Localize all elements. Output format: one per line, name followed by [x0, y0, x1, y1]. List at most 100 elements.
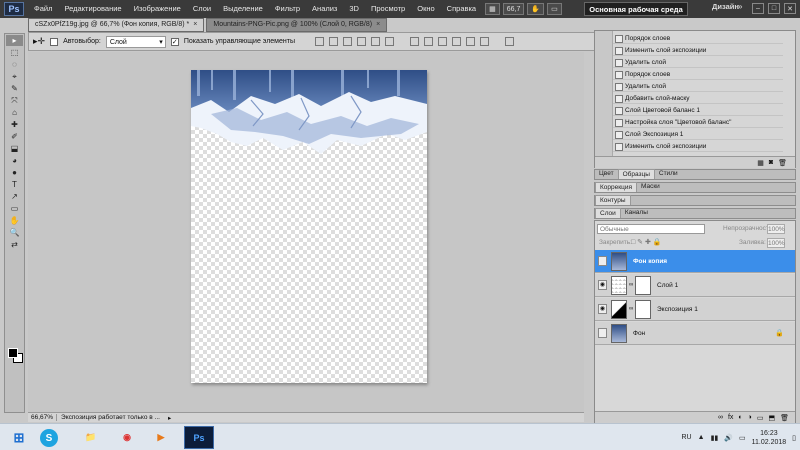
align-bottom-icon[interactable]: [343, 37, 352, 46]
healing-tool[interactable]: ⌂: [6, 107, 23, 118]
align-top-icon[interactable]: [315, 37, 324, 46]
layer-mask-thumbnail[interactable]: [635, 300, 651, 319]
start-button[interactable]: ⊞: [4, 426, 34, 449]
type-tool[interactable]: T: [6, 179, 23, 190]
distribute-left-icon[interactable]: [452, 37, 461, 46]
history-item[interactable]: Удалить слой: [613, 57, 783, 68]
menu-image[interactable]: Изображение: [128, 0, 187, 18]
menu-3d[interactable]: 3D: [343, 0, 365, 18]
history-item[interactable]: Добавить слой-маску: [613, 93, 783, 104]
workspace-more-button[interactable]: »: [738, 2, 742, 11]
zoom-readout[interactable]: 66,67%: [28, 414, 58, 421]
tray-arrow-icon[interactable]: ▲: [698, 434, 705, 441]
tab-layers[interactable]: Слои: [595, 208, 621, 218]
distribute-top-icon[interactable]: [410, 37, 419, 46]
history-item[interactable]: Изменить слой экспозиции: [613, 45, 783, 56]
eye-icon[interactable]: ◉: [598, 304, 607, 314]
minimize-button[interactable]: –: [752, 3, 764, 14]
adjustment-layer-icon[interactable]: ◑: [748, 414, 752, 421]
hand-tool-button[interactable]: ✋: [527, 3, 545, 15]
notifications-icon[interactable]: ▯: [792, 434, 796, 442]
tab-paths[interactable]: Контуры: [595, 195, 631, 205]
menu-select[interactable]: Выделение: [217, 0, 269, 18]
close-icon[interactable]: ×: [376, 18, 380, 32]
new-layer-icon[interactable]: ⬒: [768, 414, 775, 422]
link-layers-icon[interactable]: ∞: [718, 414, 723, 421]
network-icon[interactable]: ▮▮: [711, 434, 719, 442]
chrome-icon[interactable]: ◉: [112, 426, 142, 449]
workspace-design-button[interactable]: Дизайн: [712, 2, 739, 11]
explorer-icon[interactable]: 📁: [76, 426, 106, 449]
add-mask-icon[interactable]: ◐: [738, 414, 742, 421]
visibility-toggle[interactable]: [598, 328, 607, 338]
workspace-essentials-button[interactable]: Основная рабочая среда: [584, 2, 688, 16]
distribute-vcenter-icon[interactable]: [424, 37, 433, 46]
crop-tool[interactable]: ✎: [6, 83, 23, 94]
skype-icon[interactable]: S: [40, 429, 58, 447]
tab-masks[interactable]: Маски: [637, 182, 664, 192]
distribute-right-icon[interactable]: [480, 37, 489, 46]
lasso-tool[interactable]: ◌: [6, 59, 23, 70]
blend-mode-select[interactable]: Обычные: [597, 224, 705, 234]
distribute-bottom-icon[interactable]: [438, 37, 447, 46]
delete-icon[interactable]: 🗑: [778, 159, 787, 167]
show-controls-checkbox[interactable]: [170, 37, 179, 46]
clock[interactable]: 16:23 11.02.2018: [752, 429, 787, 447]
doc-tab-2[interactable]: Mountains-PNG-Pic.png @ 100% (Слой 0, RG…: [206, 18, 388, 32]
lock-icons[interactable]: □ ✎ ✚ 🔒: [631, 238, 662, 246]
layer-mask-thumbnail[interactable]: [635, 276, 651, 295]
gradient-tool[interactable]: ◕: [6, 155, 23, 166]
volume-icon[interactable]: 🔊: [724, 434, 733, 442]
tab-channels[interactable]: Каналы: [621, 208, 652, 218]
arrange-docs-button[interactable]: ▦: [485, 3, 500, 15]
layer-row[interactable]: Фон копия: [595, 250, 795, 273]
layer-row[interactable]: ◉ ∞ Экспозиция 1: [595, 298, 795, 321]
menu-help[interactable]: Справка: [441, 0, 482, 18]
fill-input[interactable]: 100%: [767, 238, 785, 248]
distribute-hcenter-icon[interactable]: [466, 37, 475, 46]
tab-adjustments[interactable]: Коррекция: [595, 182, 637, 192]
status-arrow-icon[interactable]: ▸: [168, 414, 171, 422]
screen-mode-button[interactable]: ▭: [547, 3, 562, 15]
layer-row[interactable]: ◉ ∞ Слой 1: [595, 274, 795, 297]
delete-layer-icon[interactable]: 🗑: [780, 414, 789, 422]
eraser-tool[interactable]: ⬓: [6, 143, 23, 154]
history-item[interactable]: Слой Экспозиция 1: [613, 129, 783, 140]
foreground-color-swatch[interactable]: [8, 348, 18, 358]
zoom-level-select[interactable]: 66,7: [502, 3, 525, 15]
photoshop-taskbar-icon[interactable]: Ps: [184, 426, 214, 449]
document-canvas[interactable]: [191, 70, 427, 383]
visibility-toggle[interactable]: [598, 256, 607, 266]
menu-window[interactable]: Окно: [411, 0, 440, 18]
maximize-button[interactable]: □: [768, 3, 780, 14]
new-group-icon[interactable]: ▭: [757, 414, 764, 422]
move-tool-icon[interactable]: ▸✛: [33, 36, 45, 47]
shape-tool[interactable]: ▭: [6, 203, 23, 214]
menu-filter[interactable]: Фильтр: [269, 0, 306, 18]
clone-stamp-tool[interactable]: ✐: [6, 131, 23, 142]
align-right-icon[interactable]: [385, 37, 394, 46]
doc-tab-1[interactable]: cSZx0PfZ19g.jpg @ 66,7% (Фон копия, RGB/…: [28, 18, 205, 32]
menu-analysis[interactable]: Анализ: [306, 0, 343, 18]
marquee-tool[interactable]: ⬚: [6, 47, 23, 58]
menu-view[interactable]: Просмотр: [365, 0, 411, 18]
align-vcenter-icon[interactable]: [329, 37, 338, 46]
hand-tool[interactable]: ✋: [6, 215, 23, 226]
eyedropper-tool[interactable]: ⤧: [6, 95, 23, 106]
autoselect-checkbox[interactable]: [50, 37, 59, 46]
tab-swatches[interactable]: Образцы: [617, 169, 655, 179]
swap-colors-icon[interactable]: ⇄: [6, 239, 23, 250]
tab-styles[interactable]: Стили: [655, 169, 682, 179]
menu-edit[interactable]: Редактирование: [58, 0, 127, 18]
tab-color[interactable]: Цвет: [595, 169, 618, 179]
layer-style-icon[interactable]: fx: [728, 414, 733, 421]
history-item[interactable]: Изменить слой экспозиции: [613, 141, 783, 152]
path-select-tool[interactable]: ↗: [6, 191, 23, 202]
eye-icon[interactable]: ◉: [598, 280, 607, 290]
close-icon[interactable]: ×: [193, 18, 197, 32]
align-hcenter-icon[interactable]: [371, 37, 380, 46]
autoselect-dropdown[interactable]: Слой: [105, 35, 166, 48]
language-indicator[interactable]: RU: [682, 434, 692, 441]
media-player-icon[interactable]: ▶: [146, 426, 176, 449]
battery-icon[interactable]: ▭: [739, 434, 746, 442]
